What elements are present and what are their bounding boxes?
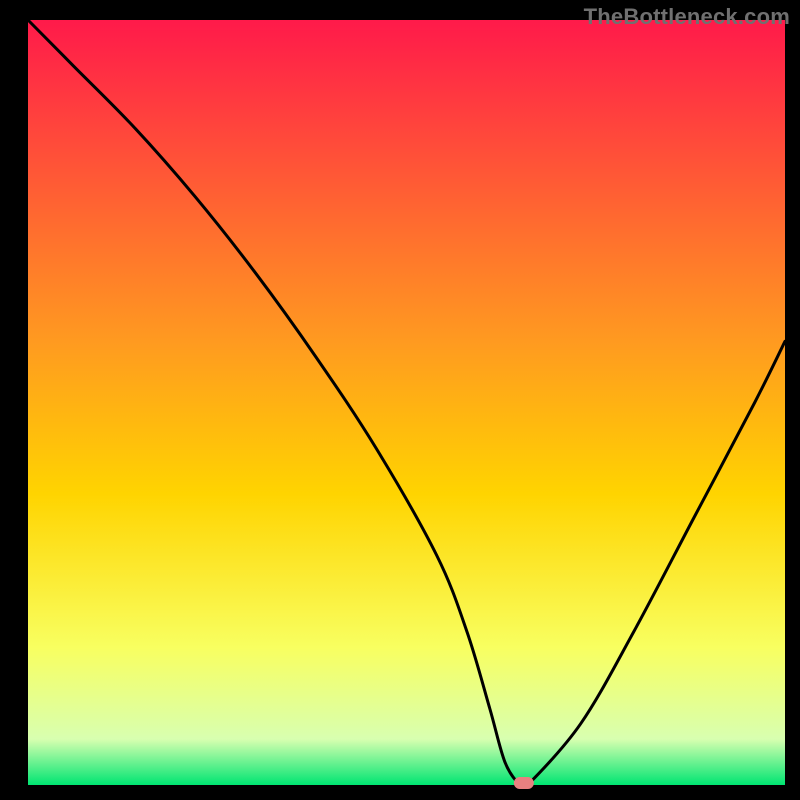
bottleneck-chart xyxy=(0,0,800,800)
chart-container: TheBottleneck.com xyxy=(0,0,800,800)
watermark-text: TheBottleneck.com xyxy=(584,4,790,30)
optimal-marker xyxy=(514,777,534,789)
